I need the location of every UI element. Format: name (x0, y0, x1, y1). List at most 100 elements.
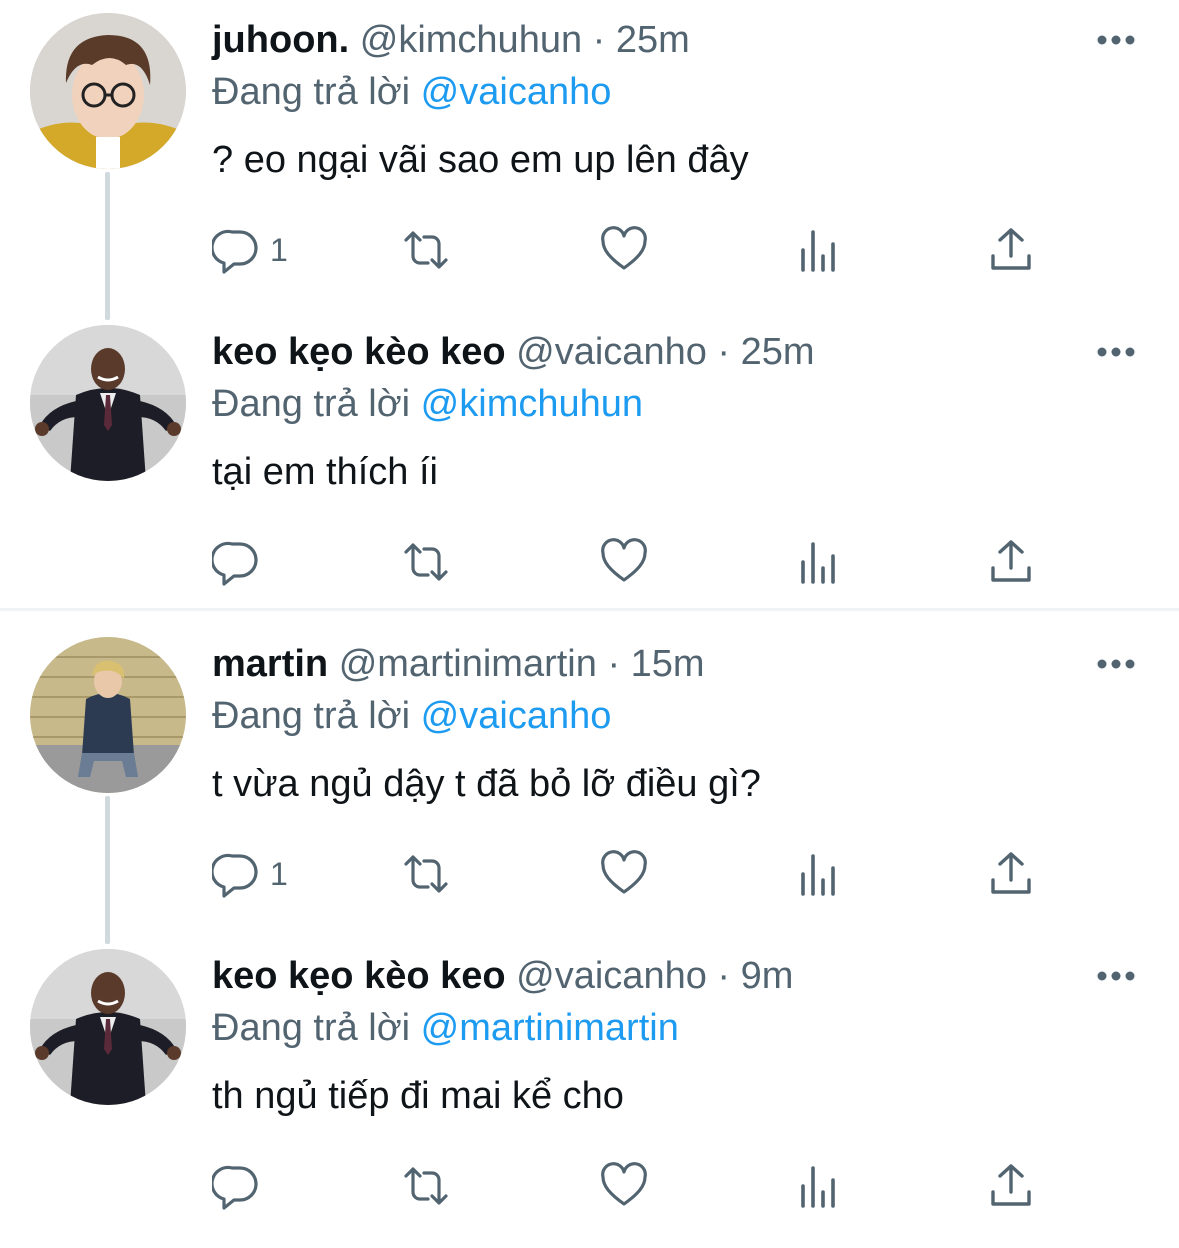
views-icon (801, 230, 835, 272)
user-handle[interactable]: @vaicanho (516, 955, 707, 997)
tweet-4[interactable]: keo kẹo kèo keo @vaicanho · 9m Đang trả … (0, 936, 1179, 1248)
avatar[interactable] (30, 637, 186, 793)
reply-button[interactable]: 1 (212, 222, 288, 278)
tweet-actions (212, 1158, 1062, 1214)
reply-icon (212, 1165, 258, 1210)
avatar[interactable] (30, 13, 186, 169)
avatar[interactable] (30, 325, 186, 481)
retweet-button[interactable] (402, 846, 450, 902)
more-button[interactable] (1094, 958, 1138, 994)
views-icon (801, 854, 835, 896)
reply-icon (212, 853, 258, 898)
like-button[interactable] (600, 846, 648, 902)
user-handle[interactable]: @martinimartin (339, 643, 597, 685)
tweet-header: juhoon. @kimchuhun · 25m (212, 14, 690, 66)
retweet-icon (404, 231, 448, 269)
tweet-header: keo kẹo kèo keo @vaicanho · 9m (212, 950, 793, 1002)
replying-to: Đang trả lời @vaicanho (212, 690, 611, 742)
more-icon (1097, 35, 1135, 45)
separator-dot: · (607, 643, 621, 685)
reply-button[interactable] (212, 534, 270, 590)
more-icon (1097, 659, 1135, 669)
reply-button[interactable]: 1 (212, 846, 288, 902)
thread-divider (0, 608, 1179, 611)
views-button[interactable] (795, 534, 843, 590)
reply-count: 1 (270, 231, 288, 268)
timestamp[interactable]: 25m (741, 331, 815, 373)
share-button[interactable] (987, 534, 1035, 590)
avatar[interactable] (30, 949, 186, 1105)
retweet-button[interactable] (402, 1158, 450, 1214)
like-icon (601, 226, 647, 270)
retweet-button[interactable] (402, 222, 450, 278)
share-icon (991, 540, 1031, 582)
retweet-icon (404, 543, 448, 581)
reply-icon (212, 541, 258, 586)
retweet-button[interactable] (402, 534, 450, 590)
timestamp[interactable]: 15m (631, 643, 705, 685)
timestamp[interactable]: 9m (741, 955, 794, 997)
share-icon (991, 228, 1031, 270)
views-button[interactable] (795, 1158, 843, 1214)
share-button[interactable] (987, 1158, 1035, 1214)
display-name[interactable]: juhoon. (212, 19, 349, 61)
like-button[interactable] (600, 534, 648, 590)
replying-to-handle[interactable]: @martinimartin (421, 1007, 679, 1049)
reply-icon (212, 229, 258, 274)
tweet-1[interactable]: juhoon. @kimchuhun · 25m Đang trả lời @v… (0, 0, 1179, 320)
like-icon (601, 1162, 647, 1206)
retweet-icon (404, 1167, 448, 1205)
tweet-actions: 1 (212, 846, 1062, 902)
separator-dot: · (717, 955, 731, 997)
user-handle[interactable]: @vaicanho (516, 331, 707, 373)
replying-to: Đang trả lời @kimchuhun (212, 378, 643, 430)
display-name[interactable]: martin (212, 643, 328, 685)
tweet-actions: 1 (212, 222, 1062, 278)
replying-to-label: Đang trả lời (212, 1007, 411, 1049)
tweet-text: tại em thích íi (212, 451, 438, 493)
views-icon (801, 1166, 835, 1208)
views-button[interactable] (795, 846, 843, 902)
tweet-text: ? eo ngại vãi sao em up lên đây (212, 139, 749, 181)
separator-dot: · (717, 331, 731, 373)
more-icon (1097, 971, 1135, 981)
separator-dot: · (592, 19, 606, 61)
thread-line (105, 172, 110, 320)
share-button[interactable] (987, 846, 1035, 902)
timestamp[interactable]: 25m (616, 19, 690, 61)
display-name[interactable]: keo kẹo kèo keo (212, 955, 506, 997)
share-icon (991, 852, 1031, 894)
more-icon (1097, 347, 1135, 357)
like-icon (601, 850, 647, 894)
more-button[interactable] (1094, 22, 1138, 58)
tweet-header: keo kẹo kèo keo @vaicanho · 25m (212, 326, 815, 378)
like-icon (601, 538, 647, 582)
display-name[interactable]: keo kẹo kèo keo (212, 331, 506, 373)
replying-to: Đang trả lời @vaicanho (212, 66, 611, 118)
thread-line (105, 796, 110, 944)
tweet-text: th ngủ tiếp đi mai kể cho (212, 1075, 624, 1117)
tweet-actions (212, 534, 1062, 590)
reply-count: 1 (270, 855, 288, 892)
like-button[interactable] (600, 222, 648, 278)
replying-to-handle[interactable]: @kimchuhun (421, 383, 643, 425)
like-button[interactable] (600, 1158, 648, 1214)
replying-to: Đang trả lời @martinimartin (212, 1002, 679, 1054)
replying-to-handle[interactable]: @vaicanho (421, 695, 612, 737)
share-button[interactable] (987, 222, 1035, 278)
tweet-3[interactable]: martin @martinimartin · 15m Đang trả lời… (0, 624, 1179, 944)
replying-to-label: Đang trả lời (212, 71, 411, 113)
views-icon (801, 542, 835, 584)
views-button[interactable] (795, 222, 843, 278)
reply-button[interactable] (212, 1158, 270, 1214)
more-button[interactable] (1094, 646, 1138, 682)
more-button[interactable] (1094, 334, 1138, 370)
replying-to-handle[interactable]: @vaicanho (421, 71, 612, 113)
user-handle[interactable]: @kimchuhun (360, 19, 582, 61)
tweet-2[interactable]: keo kẹo kèo keo @vaicanho · 25m Đang trả… (0, 312, 1179, 624)
tweet-text: t vừa ngủ dậy t đã bỏ lỡ điều gì? (212, 763, 761, 805)
retweet-icon (404, 855, 448, 893)
share-icon (991, 1164, 1031, 1206)
replying-to-label: Đang trả lời (212, 695, 411, 737)
replying-to-label: Đang trả lời (212, 383, 411, 425)
